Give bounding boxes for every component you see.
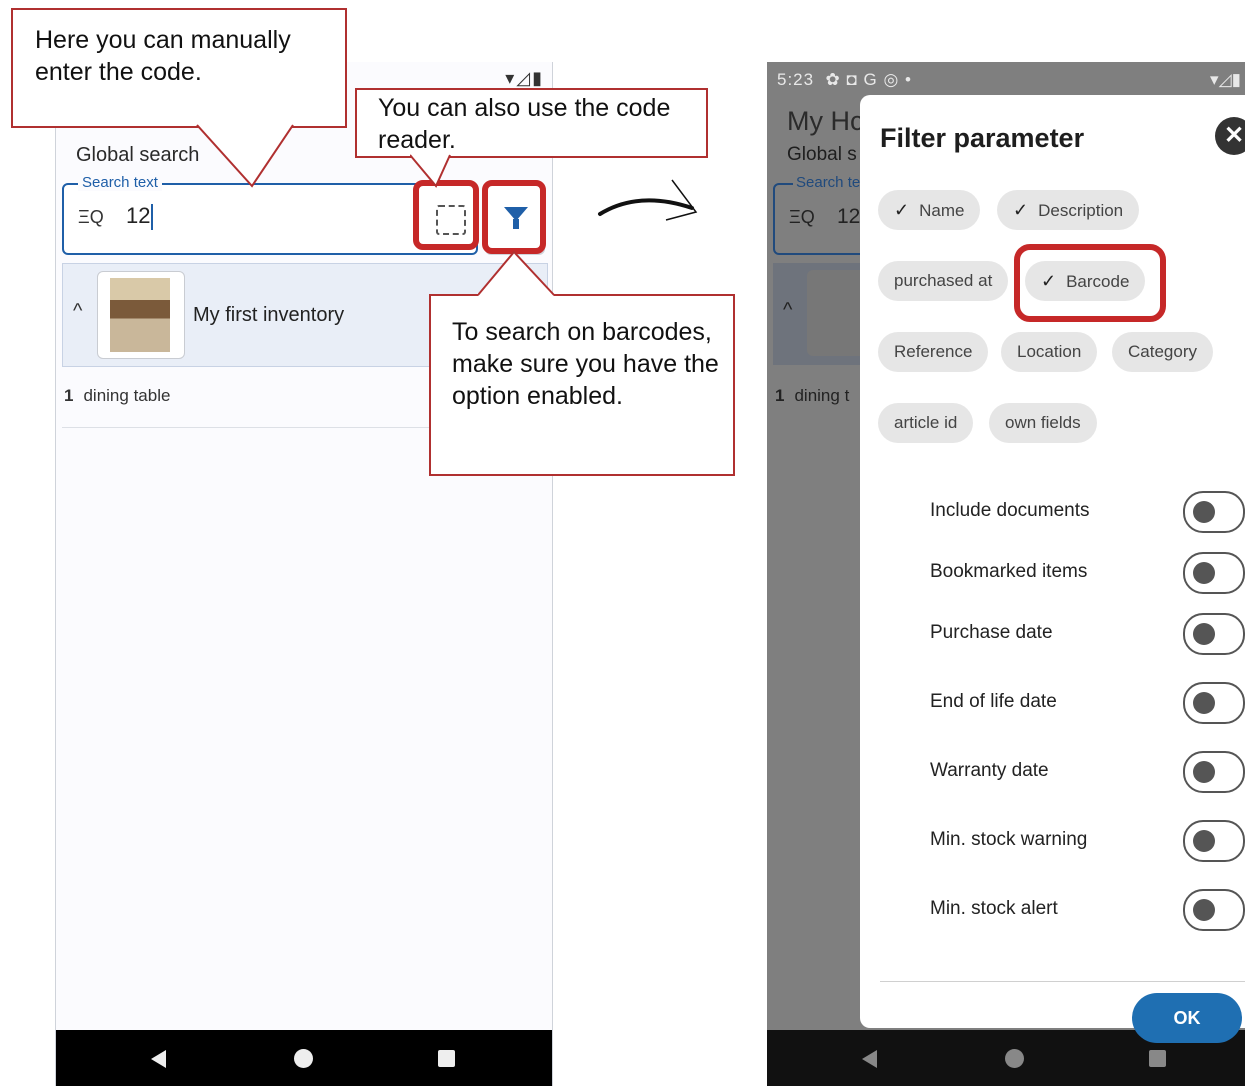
chip-article-id[interactable]: article id: [878, 403, 974, 443]
barcode-highlight: [1014, 244, 1166, 322]
status-bar-icons: ▾◿▮: [505, 68, 544, 88]
toggle-bookmarked-items[interactable]: [1183, 552, 1245, 594]
callout-reader: You can also use the code reader.: [355, 88, 708, 158]
nav-bar: [56, 1030, 552, 1086]
toggle-min-stock-alert[interactable]: [1183, 889, 1245, 931]
back-icon[interactable]: [151, 1050, 166, 1068]
chip-location[interactable]: Location: [1001, 332, 1098, 372]
dialog-title: Filter parameter: [880, 123, 1085, 153]
item-count: 1: [64, 386, 74, 405]
chip-purchased-at[interactable]: purchased at: [878, 261, 1009, 301]
chevron-up-icon[interactable]: ^: [73, 300, 82, 323]
toggle-label-end-of-life-date: End of life date: [930, 691, 1057, 712]
toggle-min-stock-warning[interactable]: [1183, 820, 1245, 862]
ok-button[interactable]: OK: [1132, 993, 1242, 1043]
chip-category[interactable]: Category: [1112, 332, 1213, 372]
status-bar-left: 5:23 ✿ ◘ G ◎ •: [777, 70, 912, 89]
background-title: My Hc: [787, 106, 864, 136]
toggle-purchase-date[interactable]: [1183, 613, 1245, 655]
toggle-label-min-stock-warning: Min. stock warning: [930, 829, 1088, 850]
callout-barcodes-tail: [478, 250, 555, 296]
toggle-label-bookmarked-items: Bookmarked items: [930, 561, 1088, 582]
list-item[interactable]: 1 dining table: [64, 386, 170, 406]
home-icon[interactable]: [294, 1049, 313, 1068]
home-icon[interactable]: [1005, 1049, 1024, 1068]
chip-own-fields[interactable]: own fields: [989, 403, 1097, 443]
back-icon[interactable]: [862, 1050, 877, 1068]
callout-manual-tail: [196, 124, 294, 188]
toggle-include-documents[interactable]: [1183, 491, 1245, 533]
background-list-item: 1 dining t: [775, 386, 850, 405]
inventory-thumbnail: [97, 271, 185, 359]
recents-icon[interactable]: [1149, 1050, 1166, 1067]
callout-reader-tail: [410, 154, 451, 188]
global-search-label: Global search: [76, 144, 200, 166]
qr-highlight: [413, 180, 479, 250]
callout-manual: Here you can manually enter the code.: [11, 8, 347, 128]
close-icon[interactable]: ✕: [1215, 117, 1245, 155]
toggle-label-warranty-date: Warranty date: [930, 760, 1049, 781]
chip-description[interactable]: ✓ Description: [997, 190, 1140, 230]
toggle-label-min-stock-alert: Min. stock alert: [930, 898, 1058, 919]
toggle-label-include-documents: Include documents: [930, 500, 1090, 521]
item-name: dining table: [83, 386, 171, 405]
status-bar-icons: ▾◿▮: [1210, 70, 1241, 89]
divider: [880, 981, 1245, 982]
search-input-legend: Search text: [78, 174, 162, 191]
inventory-title: My first inventory: [193, 304, 345, 326]
filter-dialog: Filter parameter ✕ ✓ Name ✓ Description pu…: [860, 95, 1245, 1043]
transition-arrow-icon: [598, 179, 698, 221]
chevron-up-icon: ^: [783, 299, 793, 321]
background-global-search: Global s: [787, 144, 857, 165]
right-phone-screen: 5:23 ✿ ◘ G ◎ • ▾◿▮ My Hc Global s Search…: [767, 62, 1245, 1086]
chip-reference[interactable]: Reference: [878, 332, 989, 372]
search-input-value: 12: [126, 203, 154, 231]
toggle-end-of-life-date[interactable]: [1183, 682, 1245, 724]
filter-highlight: [482, 180, 546, 254]
search-filter-icon: ΞQ: [78, 207, 104, 227]
recents-icon[interactable]: [438, 1050, 455, 1067]
toggle-label-purchase-date: Purchase date: [930, 622, 1053, 643]
check-icon: ✓: [1013, 200, 1029, 220]
check-icon: ✓: [894, 200, 910, 220]
callout-barcodes: To search on barcodes, make sure you hav…: [429, 294, 735, 476]
search-filter-icon: ΞQ: [789, 207, 815, 227]
chip-name[interactable]: ✓ Name: [878, 190, 981, 230]
toggle-warranty-date[interactable]: [1183, 751, 1245, 793]
